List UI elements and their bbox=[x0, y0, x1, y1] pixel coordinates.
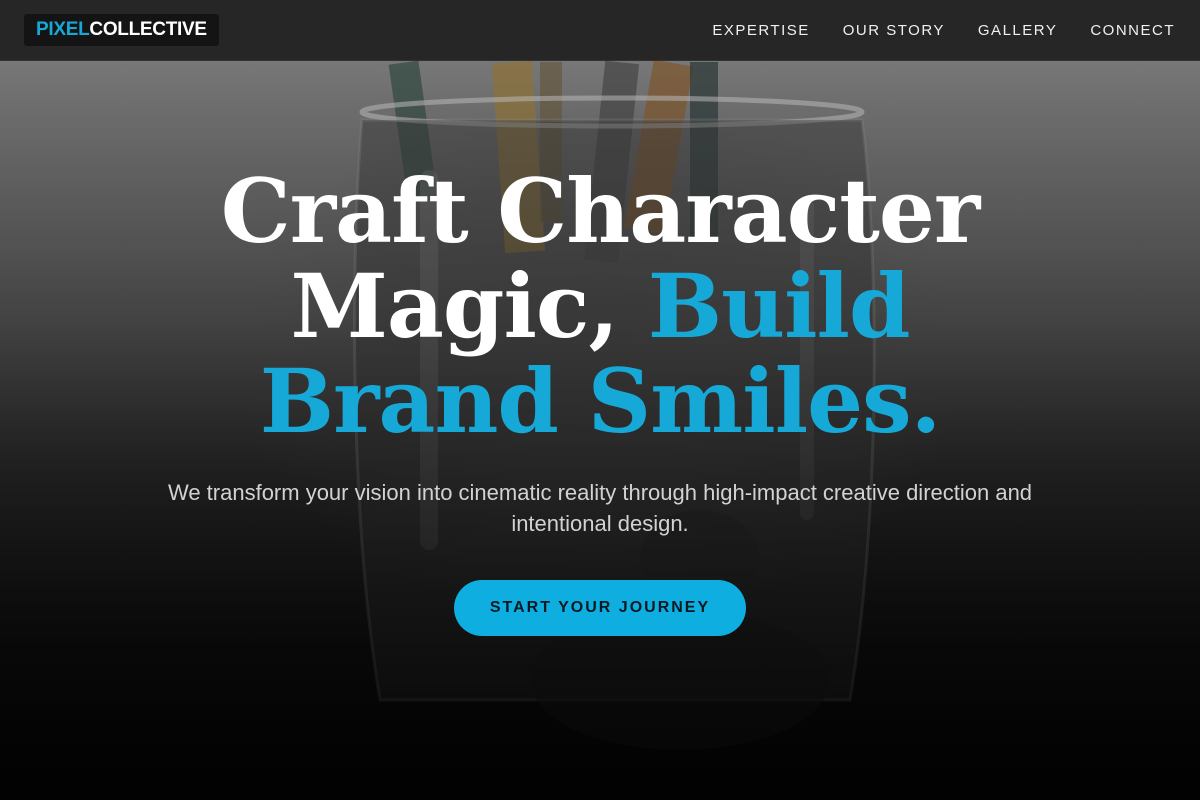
hero-subtext: We transform your vision into cinematic … bbox=[167, 480, 1033, 536]
headline-line-1: Craft Character bbox=[220, 159, 981, 263]
start-journey-button[interactable]: START YOUR JOURNEY bbox=[454, 580, 746, 636]
hero-section: Craft Character Magic, Build Brand Smile… bbox=[0, 0, 1200, 800]
headline-line-2-white: Magic, bbox=[290, 254, 648, 358]
headline-line-2-accent: Build bbox=[647, 254, 911, 358]
headline-line-3-accent: Brand Smiles. bbox=[259, 349, 942, 453]
hero-headline: Craft Character Magic, Build Brand Smile… bbox=[100, 164, 1100, 449]
